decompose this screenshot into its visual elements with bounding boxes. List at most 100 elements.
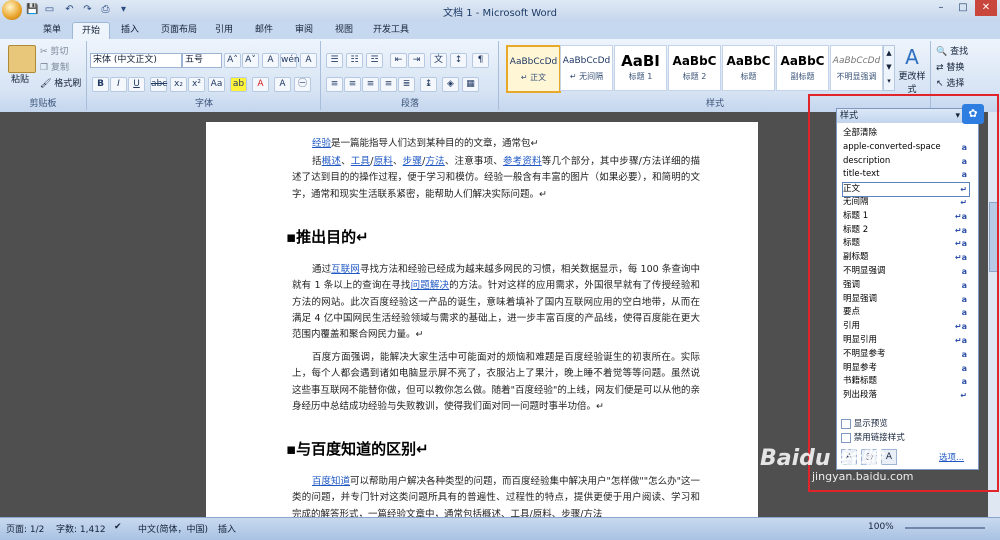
heading-text: 与百度知道的区别↵	[296, 440, 429, 458]
format-painter-label: 格式刷	[54, 79, 82, 89]
scissors-icon: ✂	[40, 47, 51, 57]
align-center-icon[interactable]: ≡	[344, 77, 361, 92]
grow-font-icon[interactable]: A˄	[224, 53, 241, 68]
spellcheck-icon[interactable]: ✔	[114, 522, 122, 532]
tab-references[interactable]: 引用	[206, 22, 242, 39]
restore-button[interactable]: □	[952, 0, 974, 16]
tab-insert[interactable]: 插入	[112, 22, 148, 39]
strikethrough-icon[interactable]: abc	[150, 77, 167, 92]
style-tile-no-spacing[interactable]: AaBbCcDd ↵ 无间隔	[560, 45, 613, 91]
change-case-icon[interactable]: Aa	[208, 77, 225, 92]
shading-icon[interactable]: ◈	[442, 77, 459, 92]
style-sample: AaBbC	[672, 54, 717, 68]
tab-menu[interactable]: 菜单	[34, 22, 70, 39]
link-steps[interactable]: 步骤	[403, 156, 422, 167]
tab-review[interactable]: 审阅	[286, 22, 322, 39]
underline-icon[interactable]: U	[128, 77, 145, 92]
line-spacing-icon[interactable]: ↨	[420, 77, 437, 92]
bullets-icon[interactable]: ☰	[326, 53, 343, 68]
link-materials[interactable]: 原料	[373, 156, 393, 167]
increase-indent-icon[interactable]: ⇥	[408, 53, 425, 68]
style-tile-subtitle[interactable]: AaBbC 副标题	[776, 45, 829, 91]
char-border-icon[interactable]: A	[300, 53, 317, 68]
copy-button[interactable]: ❐ 复制	[40, 61, 69, 76]
align-right-icon[interactable]: ≡	[362, 77, 379, 92]
paragraph-5: 百度知道可以帮助用户解决各种类型的问题，而百度经验集中解决用户"怎样做""怎么办…	[292, 474, 700, 517]
distributed-icon[interactable]: ≣	[398, 77, 415, 92]
style-tile-normal[interactable]: AaBbCcDd ↵ 正文	[506, 45, 561, 93]
phonetic-icon[interactable]: wén	[280, 53, 300, 68]
style-tile-heading1[interactable]: AaBI 标题 1	[614, 45, 667, 91]
close-button[interactable]: ✕	[975, 0, 997, 16]
change-styles-icon: A	[905, 45, 919, 69]
style-tile-subtle-emphasis[interactable]: AaBbCcDd 不明显强调	[830, 45, 883, 91]
font-color-icon[interactable]: A	[252, 77, 269, 92]
justify-icon[interactable]: ≡	[380, 77, 397, 92]
clear-format-icon[interactable]: A	[262, 53, 279, 68]
text-run: 、	[392, 156, 403, 167]
tab-view[interactable]: 视图	[326, 22, 362, 39]
replace-button[interactable]: ⇄ 替换	[936, 61, 964, 76]
insert-mode[interactable]: 插入	[218, 522, 236, 535]
text-run: 括	[312, 156, 322, 167]
bold-icon[interactable]: B	[92, 77, 109, 92]
align-left-icon[interactable]: ≡	[326, 77, 343, 92]
multilevel-list-icon[interactable]: ☲	[366, 53, 383, 68]
link-references[interactable]: 参考资料	[503, 156, 542, 167]
show-marks-icon[interactable]: ¶	[472, 53, 489, 68]
chinese-layout-icon[interactable]: 文	[430, 53, 447, 68]
find-button[interactable]: 🔍 查找	[936, 45, 968, 60]
link-tools[interactable]: 工具	[351, 156, 370, 167]
sort-icon[interactable]: ↕	[450, 53, 467, 68]
style-tile-heading2[interactable]: AaBbC 标题 2	[668, 45, 721, 91]
subscript-icon[interactable]: x₂	[170, 77, 187, 92]
font-size-combo[interactable]: 五号	[182, 53, 222, 68]
ribbon-tabs: 菜单 开始 插入 页面布局 引用 邮件 审阅 视图 开发工具	[0, 20, 1000, 40]
enclose-char-icon[interactable]: ㊀	[294, 77, 311, 92]
change-styles-label: 更改样式	[898, 72, 926, 95]
link-problem-solving[interactable]: 问题解决	[411, 280, 450, 291]
link-internet[interactable]: 互联网	[331, 264, 360, 275]
tab-mailings[interactable]: 邮件	[246, 22, 282, 39]
link-methods[interactable]: 方法	[425, 156, 445, 167]
font-name-combo[interactable]: 宋体 (中文正文)	[90, 53, 182, 68]
style-name: 不明显强调	[836, 72, 877, 81]
find-label: 查找	[950, 47, 969, 57]
italic-icon[interactable]: I	[110, 77, 127, 92]
format-painter-button[interactable]: 🖌 格式刷	[40, 77, 81, 92]
link-jingyan[interactable]: 经验	[312, 138, 331, 149]
baidu-watermark: Baidu 经验	[760, 446, 883, 471]
select-button[interactable]: ↖ 选择	[936, 77, 964, 92]
style-name: 标题 1	[628, 72, 653, 81]
tab-developer[interactable]: 开发工具	[364, 22, 418, 39]
zoom-slider[interactable]	[905, 527, 985, 529]
styles-scroll-icon[interactable]: ▲ ▼ ▾	[883, 45, 895, 91]
style-tile-title[interactable]: AaBbC 标题	[722, 45, 775, 91]
paste-button[interactable]: 粘贴	[11, 73, 29, 88]
char-shading-icon[interactable]: A	[274, 77, 291, 92]
zoom-level[interactable]: 100%	[868, 522, 894, 532]
tab-home[interactable]: 开始	[72, 22, 111, 40]
page-count[interactable]: 页面: 1/2	[6, 522, 44, 535]
borders-icon[interactable]: ▦	[462, 77, 479, 92]
change-styles-button[interactable]: A 更改样式	[896, 45, 928, 95]
select-label: 选择	[946, 79, 965, 89]
minimize-button[interactable]: –	[930, 0, 952, 16]
document-page[interactable]: 经验是一篇能指导人们达到某种目的的文章，通常包↵ 括概述、工具/原料、步骤/方法…	[206, 122, 758, 517]
style-sample: AaBbCcDd	[832, 56, 881, 66]
link-zhidao[interactable]: 百度知道	[312, 476, 350, 487]
paste-icon[interactable]	[8, 45, 36, 73]
paragraph-2: 括概述、工具/原料、步骤/方法、注意事项、参考资料等几个部分，其中步骤/方法详细…	[292, 154, 700, 203]
numbering-icon[interactable]: ☷	[346, 53, 363, 68]
cut-button[interactable]: ✂ 剪切	[40, 45, 68, 60]
decrease-indent-icon[interactable]: ⇤	[390, 53, 407, 68]
tab-page-layout[interactable]: 页面布局	[152, 22, 206, 39]
language-indicator[interactable]: 中文(简体，中国)	[138, 522, 208, 535]
link-overview[interactable]: 概述	[322, 156, 341, 167]
highlight-icon[interactable]: ab	[230, 77, 247, 92]
style-name: ↵ 正文	[520, 73, 547, 82]
shrink-font-icon[interactable]: A˅	[242, 53, 259, 68]
style-name: 副标题	[790, 72, 815, 81]
word-count[interactable]: 字数: 1,412	[56, 522, 106, 535]
superscript-icon[interactable]: x²	[188, 77, 205, 92]
